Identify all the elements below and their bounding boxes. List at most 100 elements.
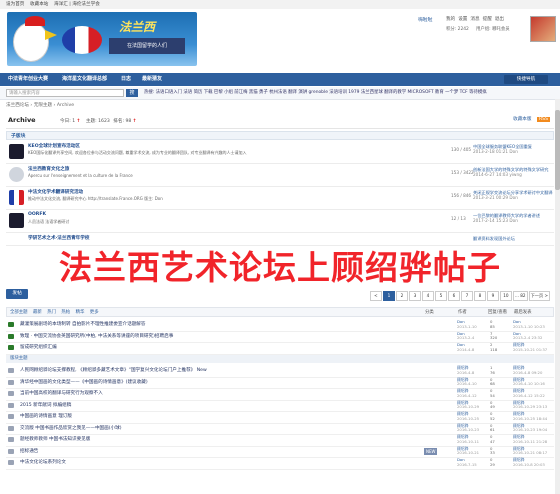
messages-link[interactable]: 消息 bbox=[470, 16, 479, 22]
filter-hot[interactable]: 热门 bbox=[47, 310, 56, 315]
logo-subtitle: 在法国留学的人们 bbox=[109, 38, 185, 54]
hot-tags[interactable]: 热搜: 法语口语入门 法语 简历 下载 巴黎 小组 前江梅 黑猫 勇子 杭州法语… bbox=[144, 87, 554, 99]
thread-replies: 0 47 bbox=[490, 434, 495, 444]
favorite-forum-link[interactable]: 收藏本版 bbox=[513, 117, 531, 122]
nav-item-translation[interactable]: 海洋星文化翻译总部 bbox=[62, 73, 107, 86]
thread-author[interactable]: 顾绍骅 2016-10-23 bbox=[457, 423, 479, 433]
thread-last-post[interactable]: 顾绍骅 2016-10-29 23:13 bbox=[513, 400, 547, 410]
rooster-icon bbox=[13, 22, 49, 62]
forum-last-post[interactable]: 中国全球服务联盟KEO全国重复 2013-2-18 01:21 Don bbox=[473, 144, 553, 154]
thread-last-post[interactable]: 顾绍骅 2016-10-25 18:44 bbox=[513, 411, 547, 421]
notice-link[interactable]: 提醒 bbox=[483, 16, 492, 22]
thread-author[interactable]: Don 2014-4-8 bbox=[457, 342, 474, 352]
new-post-button[interactable]: 发帖 bbox=[6, 289, 28, 299]
last-date: 2016-10-23 19:04 bbox=[513, 427, 548, 433]
thread-row[interactable]: 中法文化论坛系列论文 Don 2016-7-15 0 29 顾绍骅 2016-10-8 20… bbox=[6, 457, 554, 470]
thread-title[interactable]: 留成研究组织汇编 bbox=[20, 342, 57, 354]
prev-page-button[interactable]: < bbox=[369, 291, 382, 301]
nav-item-contest[interactable]: 中法青年创业大赛 bbox=[8, 73, 48, 86]
logout-link[interactable]: 退出 bbox=[495, 16, 504, 22]
filter-digest[interactable]: 精华 bbox=[76, 310, 85, 315]
site-links[interactable]: 海洋汇 | 海伦法兰学会 bbox=[54, 0, 100, 9]
nav-item-blog[interactable]: 日志 bbox=[121, 73, 131, 86]
forum-name[interactable]: KEO全球计划宣布活动区 bbox=[28, 143, 80, 149]
page-button[interactable]: 9 bbox=[486, 291, 499, 301]
thread-row[interactable]: 留成研究组织汇编 Don 2014-4-8 2 118 顾绍骅 2015-10-21 01:… bbox=[6, 342, 554, 355]
thread-author[interactable]: 顾绍骅 2016-10-25 bbox=[457, 411, 479, 421]
forum-row[interactable]: KEO全球计划宣布活动区 KEO国际化翻译共享空间, 欢迎各位参与活动交流问题,… bbox=[6, 141, 554, 164]
thread-author[interactable]: Don 2016-7-15 bbox=[457, 457, 477, 467]
thread-author[interactable]: Don 2013-1-10 bbox=[457, 319, 477, 329]
page-button[interactable]: 8 bbox=[473, 291, 486, 301]
thread-title[interactable]: 招标通告 bbox=[20, 446, 38, 458]
thread-title[interactable]: 题经教师教师 中国书法知识要见版 bbox=[20, 434, 90, 446]
thread-title[interactable]: 致理 · 中国交流协会英国研究所(中柏, 中法关系等讲座的项目研究)招聘启事 bbox=[20, 331, 173, 343]
thread-title[interactable]: 藏灌策展剧场的本场制转 自拍影片不理性推建委宣介话题解答 bbox=[20, 319, 146, 331]
bookmark-link[interactable]: 收藏本站 bbox=[30, 0, 48, 9]
forum-row[interactable]: OORFK 人员法语 法语学者研讨 12 / 13 一位巴黎的翻译教师大学的学者… bbox=[6, 210, 554, 233]
filter-latest[interactable]: 最新 bbox=[33, 310, 42, 315]
page-button[interactable]: 5 bbox=[434, 291, 447, 301]
search-button[interactable]: 搜 bbox=[126, 89, 138, 97]
thread-author[interactable]: 顾绍骅 2016-10-29 bbox=[457, 400, 479, 410]
thread-last-post[interactable]: 顾绍骅 2016-10-8 20:03 bbox=[513, 457, 545, 467]
forum-row[interactable]: 中法文化学术翻译研究活动 推动中法文化交流, 翻译研究中心 http://tra… bbox=[6, 187, 554, 210]
filter-more[interactable]: 更多 bbox=[90, 310, 99, 315]
forum-row[interactable]: 法兰西教育文化之旅 Apercu sur l'enseignement et l… bbox=[6, 164, 554, 187]
thread-last-post[interactable]: Don 2013-1-10 10:23 bbox=[513, 319, 545, 329]
page-button[interactable]: 3 bbox=[408, 291, 421, 301]
page-button[interactable]: 2 bbox=[395, 291, 408, 301]
rss-link[interactable]: RSS bbox=[536, 117, 550, 122]
site-logo[interactable]: 法兰西 在法国留学的人们 bbox=[7, 12, 197, 66]
filter-all[interactable]: 全部主题 bbox=[10, 310, 28, 315]
thread-last-post[interactable]: 顾绍骅 2016-4-8 09:20 bbox=[513, 365, 542, 375]
thread-title[interactable]: 中国画的诗情画意 理订版 bbox=[20, 411, 72, 423]
forum-name[interactable]: 中法文化学术翻译研究活动 bbox=[28, 189, 83, 195]
scrollbar-thumb[interactable] bbox=[555, 110, 560, 190]
page-button[interactable]: 4 bbox=[421, 291, 434, 301]
forum-last-post[interactable]: 关闭正规学交流论坛分享学术研讨中文翻译 2013-3-21 00:29 Don bbox=[473, 190, 553, 200]
last-date: 2013-2-4 23:32 bbox=[513, 335, 543, 341]
thread-title[interactable]: 交流版 中国书画作品欣赏之我见——中国画(小球) bbox=[20, 423, 122, 435]
filter-hotposts[interactable]: 热帖 bbox=[61, 310, 70, 315]
forum-last-post[interactable]: 创新法国大学的特殊文学的特殊文学研究 2014-6-27 14:03 yiwng bbox=[473, 167, 553, 177]
avatar[interactable] bbox=[530, 16, 556, 42]
thread-title[interactable]: 中法文化论坛系列论文 bbox=[20, 457, 66, 469]
breadcrumb[interactable]: 法兰西论坛 › 无限主题 › Archive bbox=[6, 102, 74, 108]
thread-replies: 0 29 bbox=[490, 457, 495, 467]
thread-title[interactable]: 人民网顾绍骅论坛支撑教程, 《顾绍骅多藏艺术文章》“国学复兴文化论坛门户上推荐》… bbox=[20, 365, 207, 377]
thread-author[interactable]: 顾绍骅 2016-4-10 bbox=[457, 377, 477, 387]
next-page-button[interactable]: 下一页 > bbox=[528, 291, 550, 301]
thread-last-post[interactable]: 顾绍骅 2016-10-23 19:04 bbox=[513, 423, 548, 433]
thread-author[interactable]: 顾绍骅 2016-4-8 bbox=[457, 365, 474, 375]
page-button[interactable]: 6 bbox=[447, 291, 460, 301]
thread-last-post[interactable]: Don 2013-2-4 23:32 bbox=[513, 331, 543, 341]
page-button[interactable]: ... 82 bbox=[512, 291, 528, 301]
search-input[interactable]: 请输入搜索内容 bbox=[6, 89, 124, 97]
thread-title[interactable]: 清华经中国画的文化类型——《中国画的诗情画意》(建议收藏) bbox=[20, 377, 148, 389]
thread-category[interactable]: NEW bbox=[424, 447, 438, 455]
user-name[interactable]: 嗨啦啦 bbox=[418, 16, 432, 23]
settings-link[interactable]: 设置 bbox=[458, 16, 467, 22]
forum-name[interactable]: OORFK bbox=[28, 212, 46, 217]
page-button[interactable]: 1 bbox=[382, 291, 395, 301]
set-homepage-link[interactable]: 设为首页 bbox=[6, 0, 24, 9]
thread-author[interactable]: Don 2013-2-4 bbox=[457, 331, 474, 341]
thread-author[interactable]: 顾绍骅 2016-4-12 bbox=[457, 388, 477, 398]
page-button[interactable]: 7 bbox=[460, 291, 473, 301]
thread-last-post[interactable]: 顾绍骅 2016-4-12 15:22 bbox=[513, 388, 545, 398]
my-link[interactable]: 我的 bbox=[446, 16, 455, 22]
thread-last-post[interactable]: 顾绍骅 2016-10-21 08:17 bbox=[513, 446, 547, 456]
thread-last-post[interactable]: 顾绍骅 2016-4-10 10:16 bbox=[513, 377, 545, 387]
thread-last-post[interactable]: 顾绍骅 2016-10-11 21:28 bbox=[513, 434, 547, 444]
thread-last-post[interactable]: 顾绍骅 2015-10-21 01:37 bbox=[513, 342, 547, 352]
thread-title[interactable]: 当前中国高校的翻译与研究行为观察不入 bbox=[20, 388, 103, 400]
thread-title[interactable]: 2015 新年献词 拟编组稿 bbox=[20, 400, 71, 412]
thread-author[interactable]: 顾绍骅 2016-10-11 bbox=[457, 434, 479, 444]
forum-name[interactable]: 法兰西教育文化之旅 bbox=[28, 166, 69, 172]
quick-nav-button[interactable]: 快捷导航 bbox=[504, 75, 548, 84]
page-button[interactable]: 10 bbox=[499, 291, 512, 301]
thread-author[interactable]: 顾绍骅 2016-10-21 bbox=[457, 446, 479, 456]
forum-last-post[interactable]: 一位巴黎的翻译教师大学的学者讲述 2017-2-14 15:23 Don bbox=[473, 213, 553, 223]
nav-item-friends[interactable]: 最新猜友 bbox=[142, 73, 162, 86]
